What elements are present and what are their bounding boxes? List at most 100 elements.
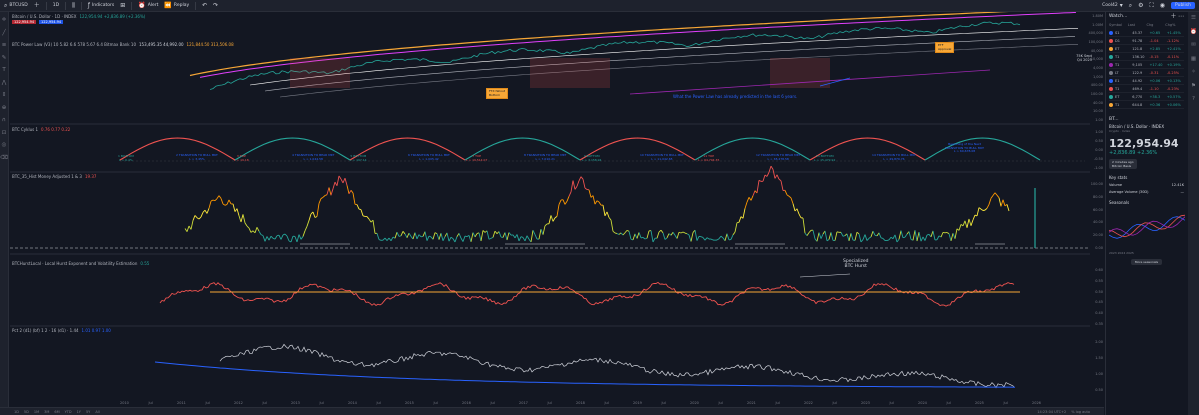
row-change-percent: +0.19%	[1166, 62, 1181, 67]
watchlist-icon[interactable]: ☰	[1191, 15, 1196, 22]
redo-button[interactable]: ↷	[213, 2, 218, 9]
watchlist-row[interactable]: T1 136.10 -0.15 -0.11%	[1109, 53, 1184, 61]
oscillator-segment	[306, 220, 310, 227]
replay-button[interactable]: ⏪ Replay	[164, 2, 189, 9]
oscillator-segment	[976, 207, 980, 217]
chart-area[interactable]: Bitcoin / U.S. Dollar · 1D · INDEX 122,9…	[10, 12, 1104, 407]
oscillator-segment	[428, 235, 432, 238]
watchlist-row[interactable]: T1 9,105 +17.40 +0.19%	[1109, 61, 1184, 69]
notification-icon[interactable]: ⚑	[1191, 83, 1196, 90]
range-button[interactable]: All	[95, 410, 99, 414]
watchlist-row[interactable]: E1 44.92 +0.06 +0.13%	[1109, 77, 1184, 85]
indicators-button[interactable]: ƒ Indicators	[88, 2, 114, 9]
brush-icon[interactable]: ✎	[2, 55, 7, 62]
oscillator-segment	[236, 208, 240, 216]
watchlist-row[interactable]: ET 121.8 +2.85 +2.41%	[1109, 45, 1184, 53]
alarm-clock-icon[interactable]: ⏰	[1190, 29, 1197, 36]
oscillator-segment	[778, 178, 782, 182]
range-button[interactable]: 5Y	[86, 410, 90, 414]
oscillator-segment	[390, 236, 394, 241]
zoom-icon[interactable]: ⊕	[2, 105, 7, 112]
detail-change: +2,836.89 +2.36%	[1109, 150, 1158, 156]
oscillator-segment	[342, 177, 346, 184]
oscillator-segment	[598, 201, 602, 206]
layout-button[interactable]: Cool42 ▾	[1102, 2, 1123, 9]
more-icon[interactable]: ⋯	[1178, 13, 1184, 20]
publish-button[interactable]: Publish	[1170, 2, 1195, 9]
oscillator-segment	[862, 234, 866, 240]
range-button[interactable]: 3M	[44, 410, 49, 414]
templates-button[interactable]: ⊞	[120, 2, 125, 9]
range-button[interactable]: 1M	[34, 410, 39, 414]
oscillator-segment	[864, 234, 868, 241]
watchlist-row[interactable]: S1 45.37 +0.65 +1.45%	[1109, 29, 1184, 37]
watchlist-row[interactable]: D1 91.78 -1.04 -1.12%	[1109, 37, 1184, 45]
axis-tick-label: 1,000	[1092, 74, 1103, 79]
oscillator-segment	[848, 233, 852, 241]
range-button[interactable]: 1D	[14, 410, 19, 414]
oscillator-segment	[984, 207, 988, 211]
trend-line-icon[interactable]: ╱	[2, 30, 5, 37]
watchlist-row[interactable]: LT 122.9 -0.31 -0.25%	[1109, 69, 1184, 77]
range-button[interactable]: 5D	[24, 410, 29, 414]
plus-icon[interactable]: ＋	[1171, 13, 1177, 20]
quick-search-button[interactable]: ⌕	[1129, 2, 1132, 9]
pattern-icon[interactable]: ⋀	[2, 80, 7, 87]
help-icon[interactable]: ?	[1192, 96, 1195, 103]
oscillator-segment	[746, 197, 750, 203]
crosshair-icon[interactable]: ✛	[2, 17, 7, 24]
alert-button[interactable]: ⏰ Alert	[138, 2, 158, 9]
axis-tick-label: 1.50	[1095, 356, 1103, 360]
more-seasonals-button[interactable]: More seasonals	[1130, 259, 1163, 265]
lock-icon[interactable]: ⊡	[2, 130, 7, 137]
range-button[interactable]: YTD	[65, 410, 72, 414]
range-button[interactable]: 1Y	[77, 410, 81, 414]
add-symbol-button[interactable]: ＋	[34, 2, 40, 9]
fullscreen-button[interactable]: ⛶	[1150, 2, 1154, 9]
oscillator-segment	[998, 197, 1002, 207]
detail-symbol[interactable]: BT...	[1109, 117, 1184, 122]
oscillator-segment	[882, 238, 886, 241]
oscillator-segment	[330, 188, 334, 196]
oscillator-segment	[670, 231, 674, 236]
watchlist-title[interactable]: Watch...	[1109, 14, 1127, 20]
sell-button[interactable]: 122,954.94	[12, 20, 37, 24]
column-header[interactable]: Symbol	[1109, 23, 1128, 27]
oscillator-segment	[298, 234, 302, 240]
watchlist-row[interactable]: ET 6,770 +38.3 +0.57%	[1109, 93, 1184, 101]
chat-icon[interactable]: ✉	[1191, 42, 1196, 49]
buy-button[interactable]: 122,954.94	[39, 20, 64, 24]
fib-icon[interactable]: ≡	[2, 42, 7, 49]
column-header[interactable]: Chg	[1147, 23, 1166, 27]
snapshot-button[interactable]: ◉	[1159, 1, 1165, 9]
oscillator-segment	[286, 235, 290, 242]
column-header[interactable]: Chg%	[1165, 23, 1184, 27]
magnet-icon[interactable]: ∩	[2, 117, 6, 124]
watchlist-row[interactable]: T1 644.8 +0.36 +0.06%	[1109, 101, 1184, 109]
bar-style-button[interactable]: ⫼	[72, 2, 75, 9]
range-button[interactable]: 6M	[54, 410, 59, 414]
axis-tick-label: 400,000	[1088, 31, 1103, 36]
undo-button[interactable]: ↶	[202, 2, 207, 9]
eye-icon[interactable]: ◎	[2, 142, 7, 149]
scale-options[interactable]: % log auto	[1071, 410, 1090, 414]
time-tick-label: 2023	[861, 401, 870, 405]
watchlist-actions: ＋ ⋯	[1171, 14, 1184, 20]
watchlist-row[interactable]: T1 469.4 -1.10 -0.23%	[1109, 85, 1184, 93]
chart-canvas[interactable]	[10, 12, 1104, 407]
oscillator-segment	[366, 216, 370, 220]
text-icon[interactable]: T	[2, 67, 5, 74]
watchlist-rows: S1 45.37 +0.65 +1.45% D1 91.78 -1.04 -1.12% ET 12…	[1109, 29, 1184, 109]
measure-icon[interactable]: ⇕	[2, 92, 7, 99]
top-toolbar: ⌕ BTCUSD ＋ 1D ⫼ ƒ Indicators ⊞ ⏰ Alert ⏪…	[0, 0, 1199, 12]
oscillator-segment	[464, 235, 468, 238]
row-change-percent: +1.45%	[1166, 30, 1181, 35]
calendar-icon[interactable]: ▦	[1191, 56, 1196, 63]
interval-button[interactable]: 1D	[53, 3, 59, 8]
settings-button[interactable]: ⚙	[1138, 2, 1143, 9]
ideas-icon[interactable]: ✧	[1191, 69, 1196, 76]
camera-icon: ◉	[1159, 1, 1165, 9]
symbol-search-button[interactable]: ⌕ BTCUSD	[4, 2, 28, 9]
column-header[interactable]: Last	[1128, 23, 1147, 27]
trash-icon[interactable]: ⌫	[0, 155, 8, 162]
